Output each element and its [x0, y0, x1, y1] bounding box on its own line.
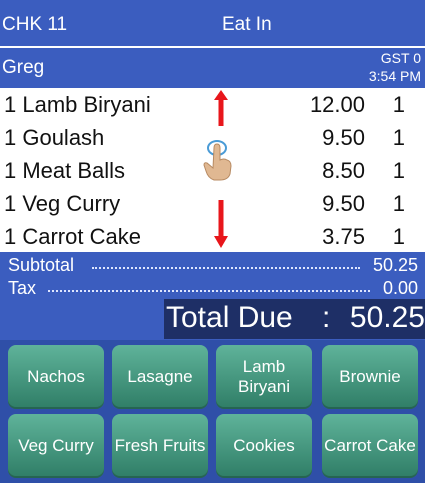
total-due-value: 50.25 [349, 301, 425, 334]
scroll-down-arrow-icon [214, 200, 228, 248]
subtotal-row: Subtotal 50.25 [8, 255, 418, 277]
menu-button-nachos[interactable]: Nachos [8, 345, 104, 409]
item-price: 8.50 [322, 158, 365, 183]
item-price: 12.00 [309, 92, 365, 117]
gst-label: GST 0 [380, 50, 421, 66]
tax-row: Tax 0.00 [8, 278, 418, 300]
menu-button-cookies[interactable]: Cookies [216, 414, 312, 478]
item-price: 9.50 [322, 125, 365, 150]
header-bar: CHK 11 Eat In [0, 0, 425, 48]
total-due-colon: : [322, 301, 331, 334]
order-mode[interactable]: Eat In [222, 14, 272, 36]
customer-name[interactable]: Greg [2, 57, 44, 79]
dot-leader [92, 267, 360, 269]
check-number: CHK 11 [2, 14, 68, 35]
order-item[interactable]: 1 Lamb Biryani 12.00 1 [0, 88, 425, 121]
subtotal-value: 50.25 [372, 255, 418, 275]
time-label: 3:54 PM [368, 68, 421, 84]
item-name: 1 Lamb Biryani [4, 92, 151, 117]
menu-button-fresh-fruits[interactable]: Fresh Fruits [112, 414, 208, 478]
menu-button-carrot-cake[interactable]: Carrot Cake [322, 414, 418, 478]
item-price: 9.50 [322, 191, 365, 216]
item-name: 1 Carrot Cake [4, 224, 141, 249]
menu-button-brownie[interactable]: Brownie [322, 345, 418, 409]
item-qty: 1 [392, 92, 405, 117]
item-qty: 1 [392, 125, 405, 150]
scroll-up-arrow-icon [214, 90, 228, 126]
menu-button-lasagne[interactable]: Lasagne [112, 345, 208, 409]
customer-bar: Greg GST 0 3:54 PM [0, 48, 425, 88]
hand-pointer-icon [203, 140, 232, 181]
menu-button-pad: Nachos Lasagne Lamb Biryani Brownie Veg … [0, 340, 425, 483]
total-due-label: Total Due [166, 301, 293, 334]
gst-time-block: GST 0 3:54 PM [369, 49, 421, 85]
tax-label: Tax [8, 278, 37, 298]
item-price: 3.75 [322, 224, 365, 249]
item-name: 1 Meat Balls [4, 158, 126, 183]
item-name: 1 Veg Curry [4, 191, 121, 216]
subtotal-label: Subtotal [8, 255, 75, 275]
menu-button-veg-curry[interactable]: Veg Curry [8, 414, 104, 478]
item-qty: 1 [392, 158, 405, 183]
item-name: 1 Goulash [4, 125, 105, 150]
item-qty: 1 [392, 224, 405, 249]
tax-value: 0.00 [382, 278, 418, 298]
menu-button-lamb-biryani[interactable]: Lamb Biryani [216, 345, 312, 409]
order-item[interactable]: 1 Carrot Cake 3.75 1 [0, 220, 425, 253]
item-qty: 1 [392, 191, 405, 216]
total-due-box: Total Due : 50.25 [164, 299, 425, 339]
dot-leader [48, 290, 370, 292]
order-item[interactable]: 1 Veg Curry 9.50 1 [0, 187, 425, 220]
